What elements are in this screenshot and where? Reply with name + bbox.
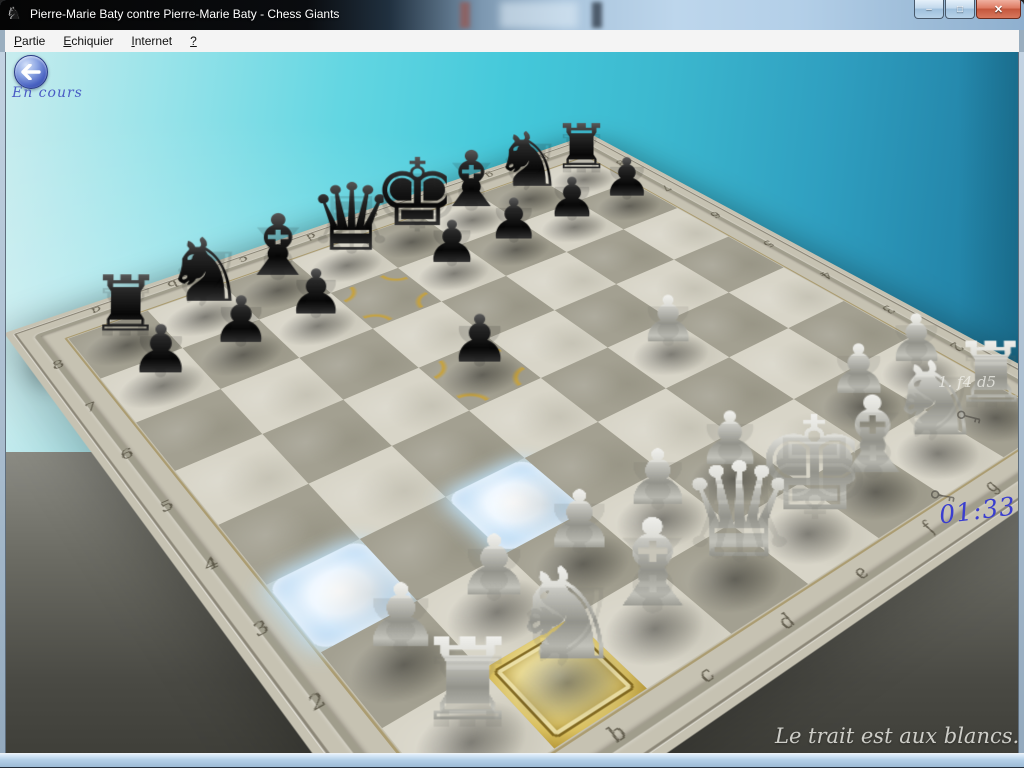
window-title: Pierre-Marie Baty contre Pierre-Marie Ba… [30,7,339,21]
menu-item-partie[interactable]: Partie [5,31,54,51]
rank-label-6: 6 [99,439,156,471]
chess-knights-icon: ♞ [7,5,25,23]
menu-item-internet[interactable]: Internet [122,31,181,51]
rank-label-3: 3 [228,607,294,651]
app-window: ♞ Pierre-Marie Baty contre Pierre-Marie … [0,0,1024,768]
turn-status-message: Le trait est aux blancs. [775,724,1019,748]
rank-label-8: 8 [32,352,84,378]
minimize-button[interactable]: – [914,0,944,19]
left-arrow-icon [21,64,41,80]
game-viewport: 1122334455667788aabbccddeeffgghh En cour… [5,52,1019,755]
piece-white-rook-a1[interactable] [406,521,529,739]
window-border-left [0,52,6,755]
menu-item-echiquier[interactable]: Echiquier [54,31,122,51]
maximize-button[interactable]: □ [945,0,975,19]
chess-board[interactable]: 1122334455667788aabbccddeeffgghh [5,134,1019,755]
close-button[interactable]: ✕ [976,0,1021,19]
move-list: 1. f4 d5 [938,373,996,391]
piece-black-pawn-a7[interactable] [116,229,206,384]
titlebar[interactable]: ♞ Pierre-Marie Baty contre Pierre-Marie … [0,0,1024,30]
window-border-right [1018,52,1024,755]
rank-label-5: 5 [137,489,197,524]
back-button[interactable] [14,55,48,89]
titlebar-glass-blur [460,2,470,28]
game-state-link[interactable]: En cours [12,85,83,101]
rank-label-2: 2 [283,677,353,727]
board-scene: 1122334455667788aabbccddeeffgghh [5,52,1019,755]
window-border-bottom [0,753,1024,768]
window-controls: – □ ✕ [913,0,1021,19]
menubar: PartieEchiquierInternet? [5,30,1019,53]
menu-item-?[interactable]: ? [181,31,206,51]
rank-label-4: 4 [180,545,243,584]
titlebar-glass-blur [500,2,578,28]
rank-label-7: 7 [64,393,119,422]
file-label-e: e [815,543,907,605]
titlebar-glass-blur [592,2,602,28]
